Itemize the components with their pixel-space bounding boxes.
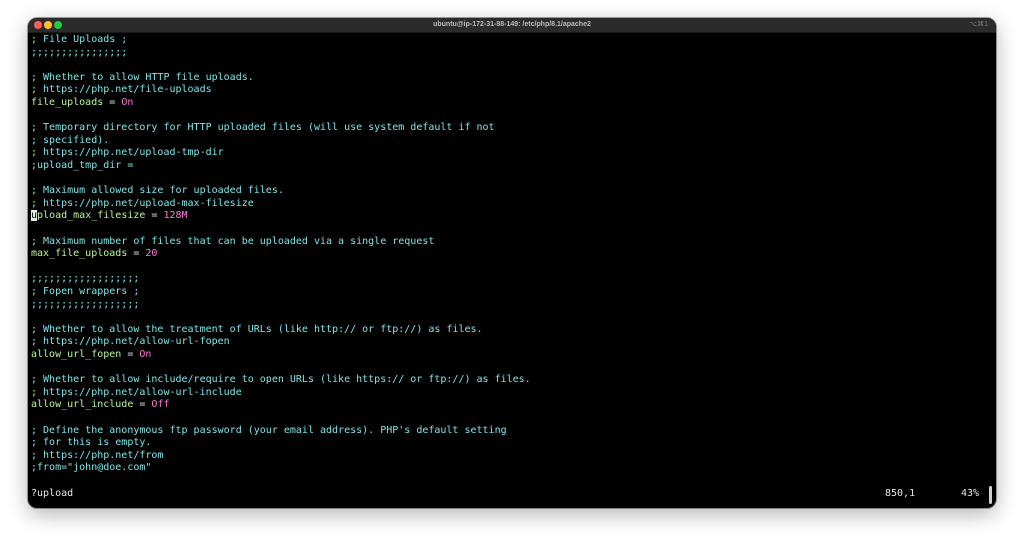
comment-text: ; Maximum allowed size for uploaded file… [31,185,284,197]
window-title: ubuntu@ip-172-31-88-149: /etc/php/8.1/ap… [433,21,591,28]
setting-line: upload_max_filesize = 128M [31,210,188,223]
setting-line: file_uploads = On [31,97,133,110]
comment-text: ; https://php.net/file-uploads [31,84,212,96]
setting-value: Off [151,399,170,411]
setting-line: allow_url_include = Off [31,399,169,412]
comment-line: ; for this is empty. [31,437,151,450]
comment-line: ; Maximum allowed size for uploaded file… [31,185,284,198]
comment-line: ; Whether to allow HTTP file uploads. [31,72,254,85]
comment-text: ; Whether to allow the treatment of URLs… [31,323,483,335]
cursor-position: 850,1 [885,488,916,499]
setting-key: allow_url_include [31,399,134,411]
comment-text: ;;;;;;;;;;;;;;;;;; [31,298,140,310]
comment-line: ; https://php.net/from [31,450,163,463]
setting-equals: = [127,248,146,260]
comment-line: ; Whether to allow include/require to op… [31,374,531,387]
comment-text: ; Whether to allow HTTP file uploads. [31,71,254,83]
setting-equals: = [103,97,122,108]
setting-value: On [121,97,134,108]
comment-line: ; Maximum number of files that can be up… [31,236,434,249]
terminal-window: ubuntu@ip-172-31-88-149: /etc/php/8.1/ap… [28,18,996,508]
comment-text: ; Define the anonymous ftp password (you… [31,424,507,436]
comment-line: ; https://php.net/allow-url-fopen [31,336,230,349]
comment-text: ;;;;;;;;;;;;;;;;;; [31,273,140,285]
comment-line: ; https://php.net/allow-url-include [31,387,242,400]
comment-text: ; Whether to allow include/require to op… [31,374,531,386]
setting-value: On [139,349,152,360]
comment-line: ;from="john@doe.com" [31,462,151,475]
setting-equals: = [133,399,152,411]
comment-line: ;;;;;;;;;;;;;;;;;; [31,299,139,312]
comment-text: ;from="john@doe.com" [31,462,152,474]
comment-text: ;;;;;;;;;;;;;;;; [31,46,128,58]
comment-line: ;upload_tmp_dir = [31,160,133,173]
comment-text: ; Fopen wrappers ; [31,286,140,297]
setting-line: max_file_uploads = 20 [31,248,157,261]
comment-text: ; for this is empty. [31,437,152,449]
comment-line: ; https://php.net/upload-tmp-dir [31,147,224,160]
setting-key: pload_max_filesize [37,210,146,222]
setting-key: max_file_uploads [31,248,128,260]
setting-line: allow_url_fopen = On [31,349,151,362]
comment-line: ; https://php.net/upload-max-filesize [31,198,254,211]
comment-line: ; File Uploads ; [31,34,127,47]
comment-line: ; https://php.net/file-uploads [31,84,212,97]
comment-text: ; Temporary directory for HTTP uploaded … [31,122,495,134]
title-bar[interactable]: ubuntu@ip-172-31-88-149: /etc/php/8.1/ap… [28,18,996,33]
comment-text: ; specified). [31,134,110,146]
setting-value: 20 [145,248,158,260]
comment-text: ; https://php.net/upload-tmp-dir [31,147,224,159]
comment-text: ; Maximum number of files that can be up… [31,235,435,247]
setting-equals: = [121,349,140,360]
comment-text: ; File Uploads ; [31,34,128,45]
setting-value: 128M [163,210,188,222]
window-shortcut: ⌥⌘1 [969,21,988,28]
scrollbar-thumb[interactable] [989,486,992,504]
comment-line: ; specified). [31,135,109,148]
vim-status-line: ?upload 850,1 43% [31,487,991,501]
comment-line: ; Temporary directory for HTTP uploaded … [31,122,495,135]
comment-line: ; Whether to allow the treatment of URLs… [31,324,483,337]
comment-line: ;;;;;;;;;;;;;;;; [31,47,127,60]
setting-key: file_uploads [31,97,104,108]
scroll-percent: 43% [961,488,980,499]
comment-text: ;upload_tmp_dir = [31,160,134,171]
setting-key: allow_url_fopen [31,349,122,360]
comment-text: ; https://php.net/from [31,449,164,461]
comment-line: ; Fopen wrappers ; [31,286,139,299]
setting-equals: = [145,210,164,222]
comment-text: ; https://php.net/upload-max-filesize [31,197,254,209]
comment-text: ; https://php.net/allow-url-include [31,386,242,398]
comment-text: ; https://php.net/allow-url-fopen [31,336,230,348]
comment-line: ; Define the anonymous ftp password (you… [31,425,507,438]
comment-line: ;;;;;;;;;;;;;;;;;; [31,273,139,286]
vim-editor-buffer[interactable]: ; File Uploads ;;;;;;;;;;;;;;;;; ; Whethe… [31,34,981,476]
search-command: ?upload [31,488,74,499]
